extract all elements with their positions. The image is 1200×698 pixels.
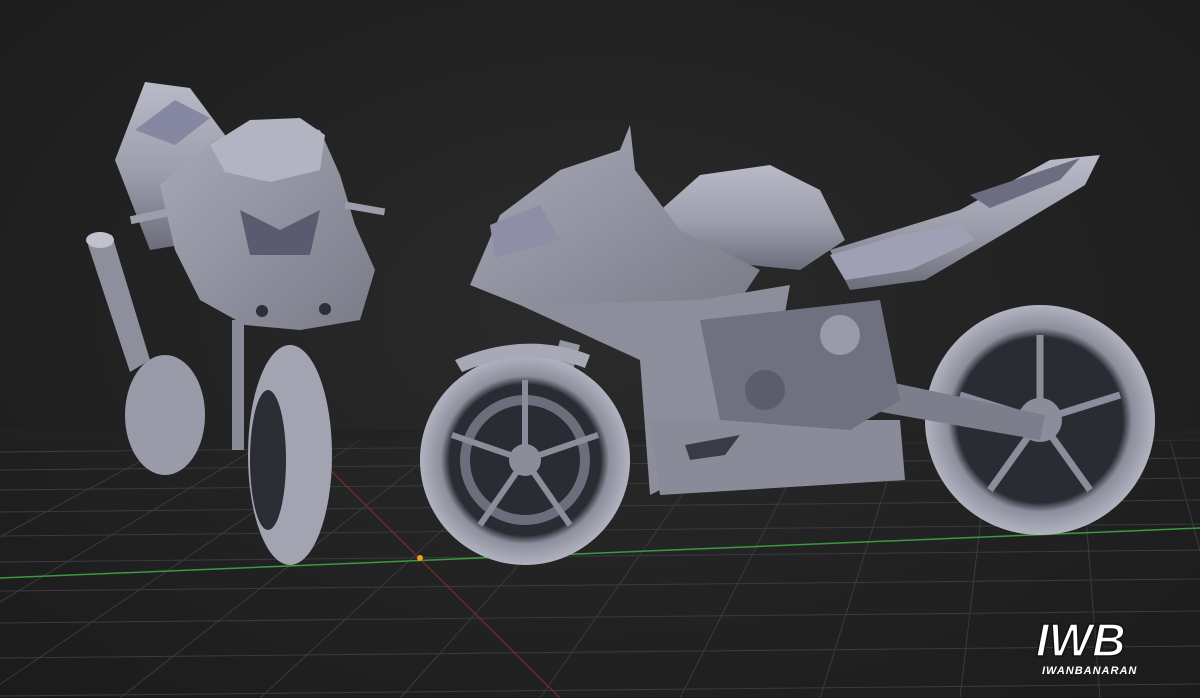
iwb-watermark-logo: IWB IWANBANARAN: [1035, 613, 1137, 677]
watermark-logo-text: IWB: [1036, 614, 1125, 666]
3d-viewport[interactable]: IWB IWANBANARAN: [0, 0, 1200, 698]
x-axis-line: [0, 527, 1200, 579]
origin-marker: [417, 555, 423, 561]
watermark-logo-subtext: IWANBANARAN: [1042, 665, 1137, 677]
scene-canvas: [0, 82, 1200, 698]
motorcycle-side-view[interactable]: [420, 125, 1155, 565]
motorcycle-front-view[interactable]: [86, 82, 386, 565]
